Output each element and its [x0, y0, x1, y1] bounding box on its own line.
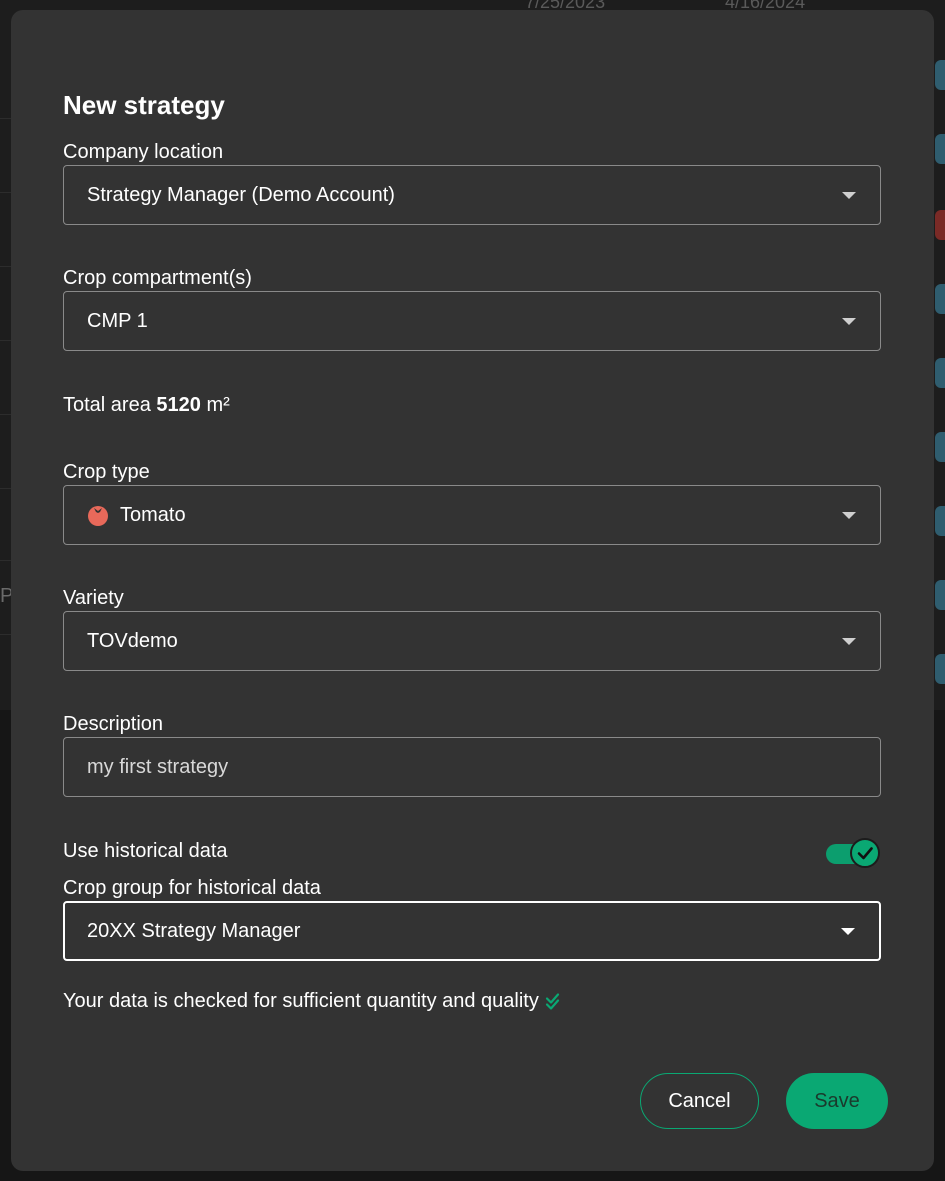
total-area-label: Total area — [63, 394, 151, 416]
description-value: my first strategy — [87, 755, 229, 778]
description-label: Description — [63, 713, 164, 735]
variety-value: TOVdemo — [87, 629, 178, 652]
background-status-marker — [935, 358, 945, 388]
company-location-label: Company location — [63, 141, 224, 163]
crop-group-value: 20XX Strategy Manager — [87, 919, 301, 942]
total-area: Total area 5120 m² — [63, 394, 230, 417]
crop-type-select[interactable]: Tomato — [63, 485, 881, 545]
chevron-down-icon — [842, 192, 856, 199]
chevron-down-icon — [842, 512, 856, 519]
total-area-unit: m² — [206, 394, 230, 416]
background-status-marker — [935, 506, 945, 536]
crop-compartments-label: Crop compartment(s) — [63, 267, 252, 289]
background-status-marker — [935, 134, 945, 164]
variety-label: Variety — [63, 587, 124, 609]
background-status-marker — [935, 284, 945, 314]
background-status-marker — [935, 580, 945, 610]
cancel-button[interactable]: Cancel — [640, 1073, 759, 1129]
save-button[interactable]: Save — [786, 1073, 888, 1129]
historical-data-toggle[interactable] — [826, 838, 882, 868]
crop-group-select[interactable]: 20XX Strategy Manager — [63, 901, 881, 961]
company-location-select[interactable]: Strategy Manager (Demo Account) — [63, 165, 881, 225]
historical-data-label: Use historical data — [63, 840, 228, 862]
company-location-value: Strategy Manager (Demo Account) — [87, 183, 395, 206]
background-status-marker — [935, 60, 945, 90]
crop-compartments-value: CMP 1 — [87, 309, 148, 332]
double-check-icon — [545, 992, 559, 1010]
check-icon — [850, 838, 880, 868]
dialog-title: New strategy — [63, 90, 225, 120]
chevron-down-icon — [842, 318, 856, 325]
crop-compartments-select[interactable]: CMP 1 — [63, 291, 881, 351]
total-area-value: 5120 — [156, 394, 201, 416]
quality-check-message: Your data is checked for sufficient quan… — [63, 990, 567, 1013]
crop-group-label: Crop group for historical data — [63, 877, 321, 899]
tomato-icon — [87, 504, 109, 526]
chevron-down-icon — [842, 638, 856, 645]
quality-message-text: Your data is checked for sufficient quan… — [63, 990, 539, 1012]
description-input[interactable]: my first strategy — [63, 737, 881, 797]
background-status-marker — [935, 210, 945, 240]
variety-select[interactable]: TOVdemo — [63, 611, 881, 671]
background-status-marker — [935, 432, 945, 462]
crop-type-value: Tomato — [120, 503, 186, 526]
new-strategy-dialog: New strategy Company location Strategy M… — [11, 10, 934, 1171]
chevron-down-icon — [841, 928, 855, 935]
background-status-marker — [935, 654, 945, 684]
crop-type-label: Crop type — [63, 461, 150, 483]
